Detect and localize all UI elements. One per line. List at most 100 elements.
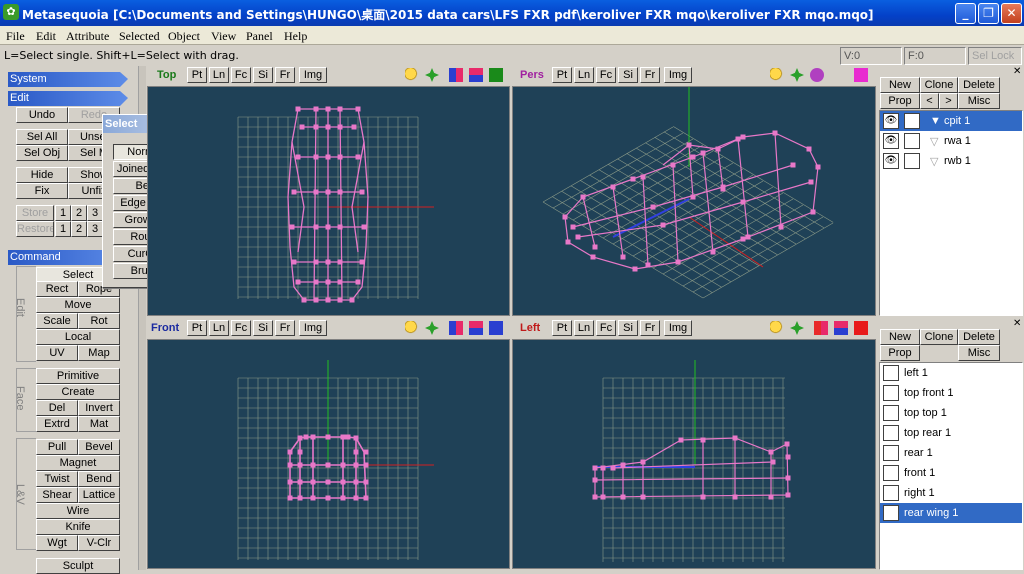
top-ln-toggle[interactable]: Ln (209, 67, 229, 83)
view-color-icon[interactable] (449, 68, 463, 82)
vertex-point[interactable] (565, 239, 571, 245)
vertex-point[interactable] (337, 224, 343, 230)
lock-toggle[interactable] (904, 113, 920, 129)
vertex-point[interactable] (297, 449, 303, 455)
vertex-point[interactable] (355, 154, 361, 160)
vertex-point[interactable] (313, 297, 319, 303)
vertex-point[interactable] (359, 259, 365, 265)
undo-button[interactable]: Undo (16, 107, 68, 123)
object-prop-button[interactable]: Prop (880, 93, 920, 109)
vertex-point[interactable] (640, 494, 646, 500)
zoom-icon[interactable] (770, 321, 784, 335)
map-button[interactable]: Map (78, 345, 120, 361)
vertex-point[interactable] (772, 130, 778, 136)
view-color-icon[interactable] (814, 321, 828, 335)
object-panel-close-icon[interactable]: ✕ (1013, 66, 1021, 77)
material-prop-button[interactable]: Prop (880, 345, 920, 361)
object-misc-button[interactable]: Misc (958, 93, 1000, 109)
vertex-point[interactable] (337, 189, 343, 195)
vertex-point[interactable] (575, 234, 581, 240)
vertex-point[interactable] (287, 449, 293, 455)
view-magenta-icon[interactable] (854, 68, 868, 82)
vertex-point[interactable] (740, 199, 746, 205)
vertex-point[interactable] (297, 495, 303, 501)
wgt-button[interactable]: Wgt (36, 535, 78, 551)
wire-button[interactable]: Wire (36, 503, 120, 519)
material-color-swatch[interactable] (883, 405, 899, 421)
vertex-point[interactable] (340, 479, 346, 485)
vertex-point[interactable] (345, 434, 351, 440)
pan-icon[interactable] (790, 321, 804, 335)
vertex-point[interactable] (650, 204, 656, 210)
top-si-toggle[interactable]: Si (253, 67, 273, 83)
pers-fr-toggle[interactable]: Fr (640, 67, 660, 83)
vertex-point[interactable] (363, 449, 369, 455)
material-color-swatch[interactable] (883, 365, 899, 381)
vertex-point[interactable] (325, 154, 331, 160)
shear-button[interactable]: Shear (36, 487, 78, 503)
vertex-point[interactable] (363, 495, 369, 501)
vertex-point[interactable] (785, 454, 791, 460)
vertex-point[interactable] (632, 266, 638, 272)
vertex-point[interactable] (325, 106, 331, 112)
object-prev-button[interactable]: < (920, 93, 939, 109)
vertex-point[interactable] (325, 224, 331, 230)
front-fr-toggle[interactable]: Fr (275, 320, 295, 336)
vertex-point[interactable] (690, 194, 696, 200)
vertex-point[interactable] (313, 106, 319, 112)
view-split-icon[interactable] (469, 321, 483, 335)
store-1-button[interactable]: 1 (55, 205, 71, 221)
view-red-icon[interactable] (854, 321, 868, 335)
store-2-button[interactable]: 2 (71, 205, 87, 221)
pers-pt-toggle[interactable]: Pt (552, 67, 572, 83)
vertex-point[interactable] (349, 297, 355, 303)
vertex-point[interactable] (313, 189, 319, 195)
vertex-point[interactable] (325, 124, 331, 130)
vertex-point[interactable] (732, 435, 738, 441)
close-button[interactable]: ✕ (1001, 3, 1022, 24)
lock-toggle[interactable] (904, 153, 920, 169)
object-row-cpit[interactable]: 👁 ▼ cpit 1 (880, 111, 1022, 131)
eye-icon[interactable]: 👁 (883, 113, 899, 129)
vertex-point[interactable] (808, 179, 814, 185)
knife-button[interactable]: Knife (36, 519, 120, 535)
del-button[interactable]: Del (36, 400, 78, 416)
vertex-point[interactable] (355, 279, 361, 285)
view-green-icon[interactable] (489, 68, 503, 82)
vertex-point[interactable] (310, 434, 316, 440)
material-color-swatch[interactable] (883, 425, 899, 441)
vertex-point[interactable] (303, 434, 309, 440)
material-misc-button[interactable]: Misc (958, 345, 1000, 361)
vertex-point[interactable] (337, 279, 343, 285)
vclr-button[interactable]: V-Clr (78, 535, 120, 551)
top-fc-toggle[interactable]: Fc (231, 67, 251, 83)
twist-button[interactable]: Twist (36, 471, 78, 487)
vertex-point[interactable] (745, 234, 751, 240)
view-split-icon[interactable] (469, 68, 483, 82)
vertex-point[interactable] (768, 494, 774, 500)
pers-viewport[interactable] (512, 86, 876, 316)
vertex-point[interactable] (325, 434, 331, 440)
material-row[interactable]: top rear 1 (880, 423, 1022, 443)
vertex-point[interactable] (562, 214, 568, 220)
vertex-point[interactable] (313, 279, 319, 285)
zoom-icon[interactable] (405, 321, 419, 335)
material-row[interactable]: rear 1 (880, 443, 1022, 463)
vertex-point[interactable] (287, 479, 293, 485)
menu-edit[interactable]: Edit (36, 29, 56, 44)
vertex-point[interactable] (295, 279, 301, 285)
vertex-point[interactable] (295, 106, 301, 112)
vertex-point[interactable] (313, 124, 319, 130)
vertex-point[interactable] (351, 124, 357, 130)
front-viewport[interactable] (147, 339, 510, 569)
vertex-point[interactable] (700, 150, 706, 156)
top-viewport[interactable] (147, 86, 510, 316)
vertex-point[interactable] (640, 174, 646, 180)
hide-button[interactable]: Hide (16, 167, 68, 183)
material-row[interactable]: right 1 (880, 483, 1022, 503)
vertex-point[interactable] (310, 479, 316, 485)
vertex-point[interactable] (630, 176, 636, 182)
rect-button[interactable]: Rect (36, 281, 78, 297)
vertex-point[interactable] (289, 224, 295, 230)
material-color-swatch[interactable] (883, 445, 899, 461)
